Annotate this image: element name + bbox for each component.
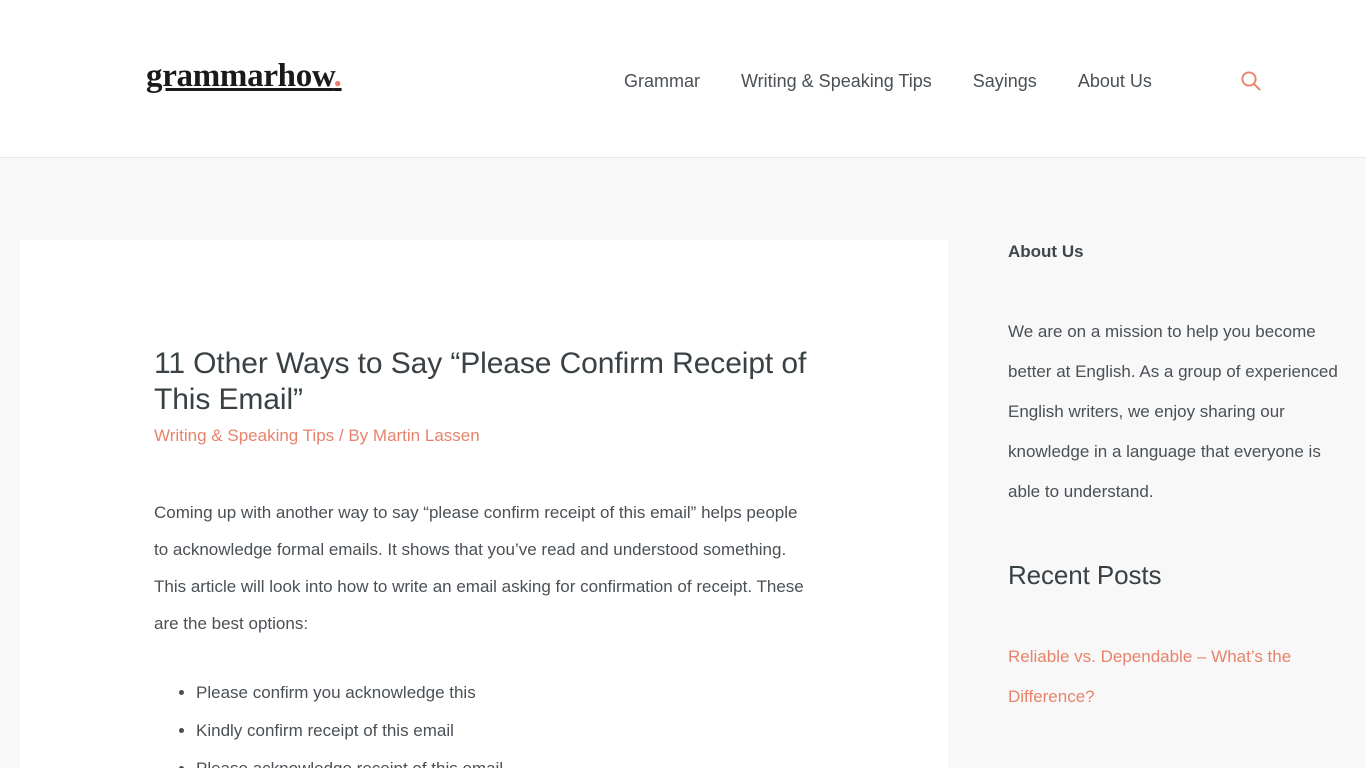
sidebar-widget-recent-posts: Recent Posts Reliable vs. Dependable – W… <box>1008 559 1342 717</box>
site-logo-text: grammarhow <box>146 58 334 94</box>
sidebar-about-title: About Us <box>1008 242 1084 261</box>
nav-item-writing-speaking-tips[interactable]: Writing & Speaking Tips <box>741 68 932 94</box>
list-item: Kindly confirm receipt of this email <box>196 712 814 749</box>
search-button[interactable] <box>1238 68 1264 94</box>
article-intro-paragraph: Coming up with another way to say “pleas… <box>154 503 804 633</box>
main-content-card: 11 Other Ways to Say “Please Confirm Rec… <box>20 240 948 768</box>
main-navigation: Grammar Writing & Speaking Tips Sayings … <box>624 68 1152 94</box>
byline-separator: / By <box>334 426 373 445</box>
sidebar-recent-posts-title: Recent Posts <box>1008 560 1162 590</box>
list-item: Please acknowledge receipt of this email <box>196 750 814 768</box>
sidebar-widget-about: About Us We are on a mission to help you… <box>1008 240 1342 512</box>
page-title: 11 Other Ways to Say “Please Confirm Rec… <box>154 347 807 416</box>
sidebar-about-text: We are on a mission to help you become b… <box>1008 322 1338 501</box>
recent-posts-list: Reliable vs. Dependable – What’s the Dif… <box>1008 637 1342 717</box>
article-byline: Writing & Speaking Tips / By Martin Lass… <box>154 424 814 448</box>
site-header: grammarhow. Grammar Writing & Speaking T… <box>0 0 1366 158</box>
article: 11 Other Ways to Say “Please Confirm Rec… <box>20 240 948 768</box>
byline-author-link[interactable]: Martin Lassen <box>373 426 480 445</box>
sidebar: About Us We are on a mission to help you… <box>1008 240 1342 763</box>
nav-item-about-us[interactable]: About Us <box>1078 68 1152 94</box>
search-icon <box>1241 71 1261 91</box>
nav-item-sayings[interactable]: Sayings <box>973 68 1037 94</box>
byline-category-link[interactable]: Writing & Speaking Tips <box>154 426 334 445</box>
nav-item-grammar[interactable]: Grammar <box>624 68 700 94</box>
article-phrase-list: Please confirm you acknowledge this Kind… <box>154 674 814 768</box>
list-item: Reliable vs. Dependable – What’s the Dif… <box>1008 637 1342 717</box>
site-logo-dot: . <box>333 58 342 94</box>
list-item: Please confirm you acknowledge this <box>196 674 814 711</box>
site-logo[interactable]: grammarhow. <box>146 60 342 93</box>
recent-post-link[interactable]: Reliable vs. Dependable – What’s the Dif… <box>1008 647 1291 706</box>
